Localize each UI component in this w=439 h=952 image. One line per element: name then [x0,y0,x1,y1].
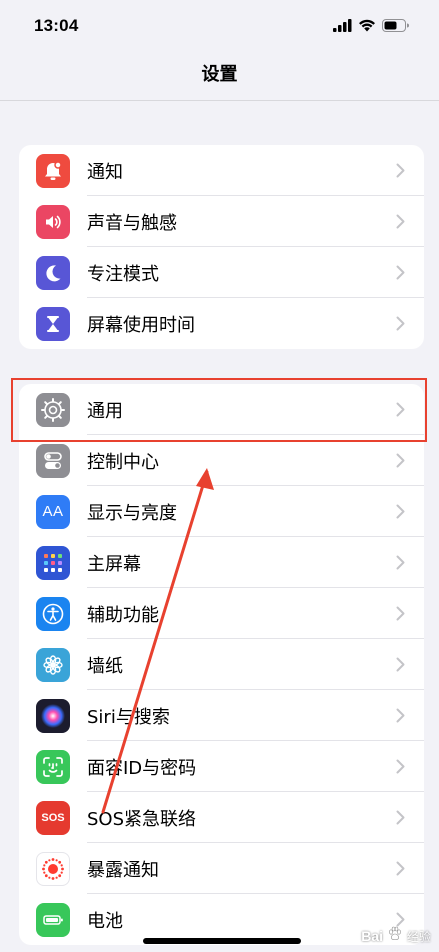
face-id-icon [36,749,70,784]
chevron-right-icon [388,657,412,672]
settings-row-exposure[interactable]: 暴露通知 [19,843,424,894]
row-label: 暴露通知 [87,859,159,881]
row-label: SOS紧急联络 [87,808,197,830]
chevron-right-icon [388,316,412,331]
settings-row-notifications[interactable]: 通知 [19,145,424,196]
gear-icon [36,392,70,427]
status-bar: 13:04 [0,0,439,52]
settings-group-1: 通知 声音与触感 专注模式 屏幕使用时间 [19,145,424,349]
status-icons [333,17,409,36]
chevron-right-icon [388,708,412,723]
watermark: Bai 经验 [361,926,431,946]
row-label: 屏幕使用时间 [87,314,195,336]
settings-row-screen-time[interactable]: 屏幕使用时间 [19,298,424,349]
chevron-right-icon [388,504,412,519]
row-label: 主屏幕 [87,553,141,575]
chevron-right-icon [388,759,412,774]
row-label: 面容ID与密码 [87,757,197,779]
chevron-right-icon [388,555,412,570]
chevron-right-icon [388,810,412,825]
settings-row-wallpaper[interactable]: 墙纸 [19,639,424,690]
battery-icon [382,17,409,36]
row-label: 辅助功能 [87,604,159,626]
app-grid-icon [36,545,70,580]
exposure-icon [36,851,70,886]
wifi-icon [358,17,376,36]
settings-row-home-screen[interactable]: 主屏幕 [19,537,424,588]
chevron-right-icon [388,402,412,417]
text-size-glyph: AA [42,503,64,520]
watermark-suffix: 经验 [406,929,431,944]
chevron-right-icon [388,214,412,229]
chevron-right-icon [388,265,412,280]
row-label: 通用 [87,400,123,422]
notification-bell-icon [36,153,70,188]
accessibility-icon [36,596,70,631]
settings-row-display[interactable]: AA 显示与亮度 [19,486,424,537]
chevron-right-icon [388,606,412,621]
chevron-right-icon [388,861,412,876]
cellular-signal-icon [333,17,352,36]
settings-row-general[interactable]: 通用 [19,384,424,435]
hourglass-icon [36,306,70,341]
settings-row-siri[interactable]: Siri与搜索 [19,690,424,741]
settings-row-control-center[interactable]: 控制中心 [19,435,424,486]
row-label: 墙纸 [87,655,123,677]
flower-icon [36,647,70,682]
watermark-text: Bai [361,928,383,944]
row-label: 控制中心 [87,451,159,473]
row-label: 通知 [87,161,123,183]
sos-icon: SOS [36,800,70,835]
baidu-paw-icon [387,926,403,946]
status-time: 13:04 [34,16,79,35]
settings-row-accessibility[interactable]: 辅助功能 [19,588,424,639]
sos-glyph: SOS [41,811,65,824]
row-label: 专注模式 [87,263,159,285]
settings-row-sos[interactable]: SOS SOS紧急联络 [19,792,424,843]
battery-app-icon [36,902,70,937]
chevron-right-icon [388,453,412,468]
home-indicator[interactable] [143,938,301,944]
text-size-icon: AA [36,494,70,529]
settings-row-sounds[interactable]: 声音与触感 [19,196,424,247]
chevron-right-icon [388,163,412,178]
header-divider [0,100,439,108]
settings-group-2: 通用 控制中心 AA 显示与亮度 主屏幕 辅助功能 墙纸 Siri与搜索 面容I… [19,384,424,945]
page-title: 设置 [201,64,238,85]
row-label: 显示与亮度 [87,502,177,524]
row-label: Siri与搜索 [87,706,170,728]
chevron-right-icon [388,912,412,927]
siri-icon [36,698,70,733]
settings-row-face-id[interactable]: 面容ID与密码 [19,741,424,792]
row-label: 声音与触感 [87,212,177,234]
speaker-icon [36,204,70,239]
row-label: 电池 [87,910,123,932]
settings-row-focus[interactable]: 专注模式 [19,247,424,298]
toggle-switches-icon [36,443,70,478]
moon-icon [36,255,70,290]
